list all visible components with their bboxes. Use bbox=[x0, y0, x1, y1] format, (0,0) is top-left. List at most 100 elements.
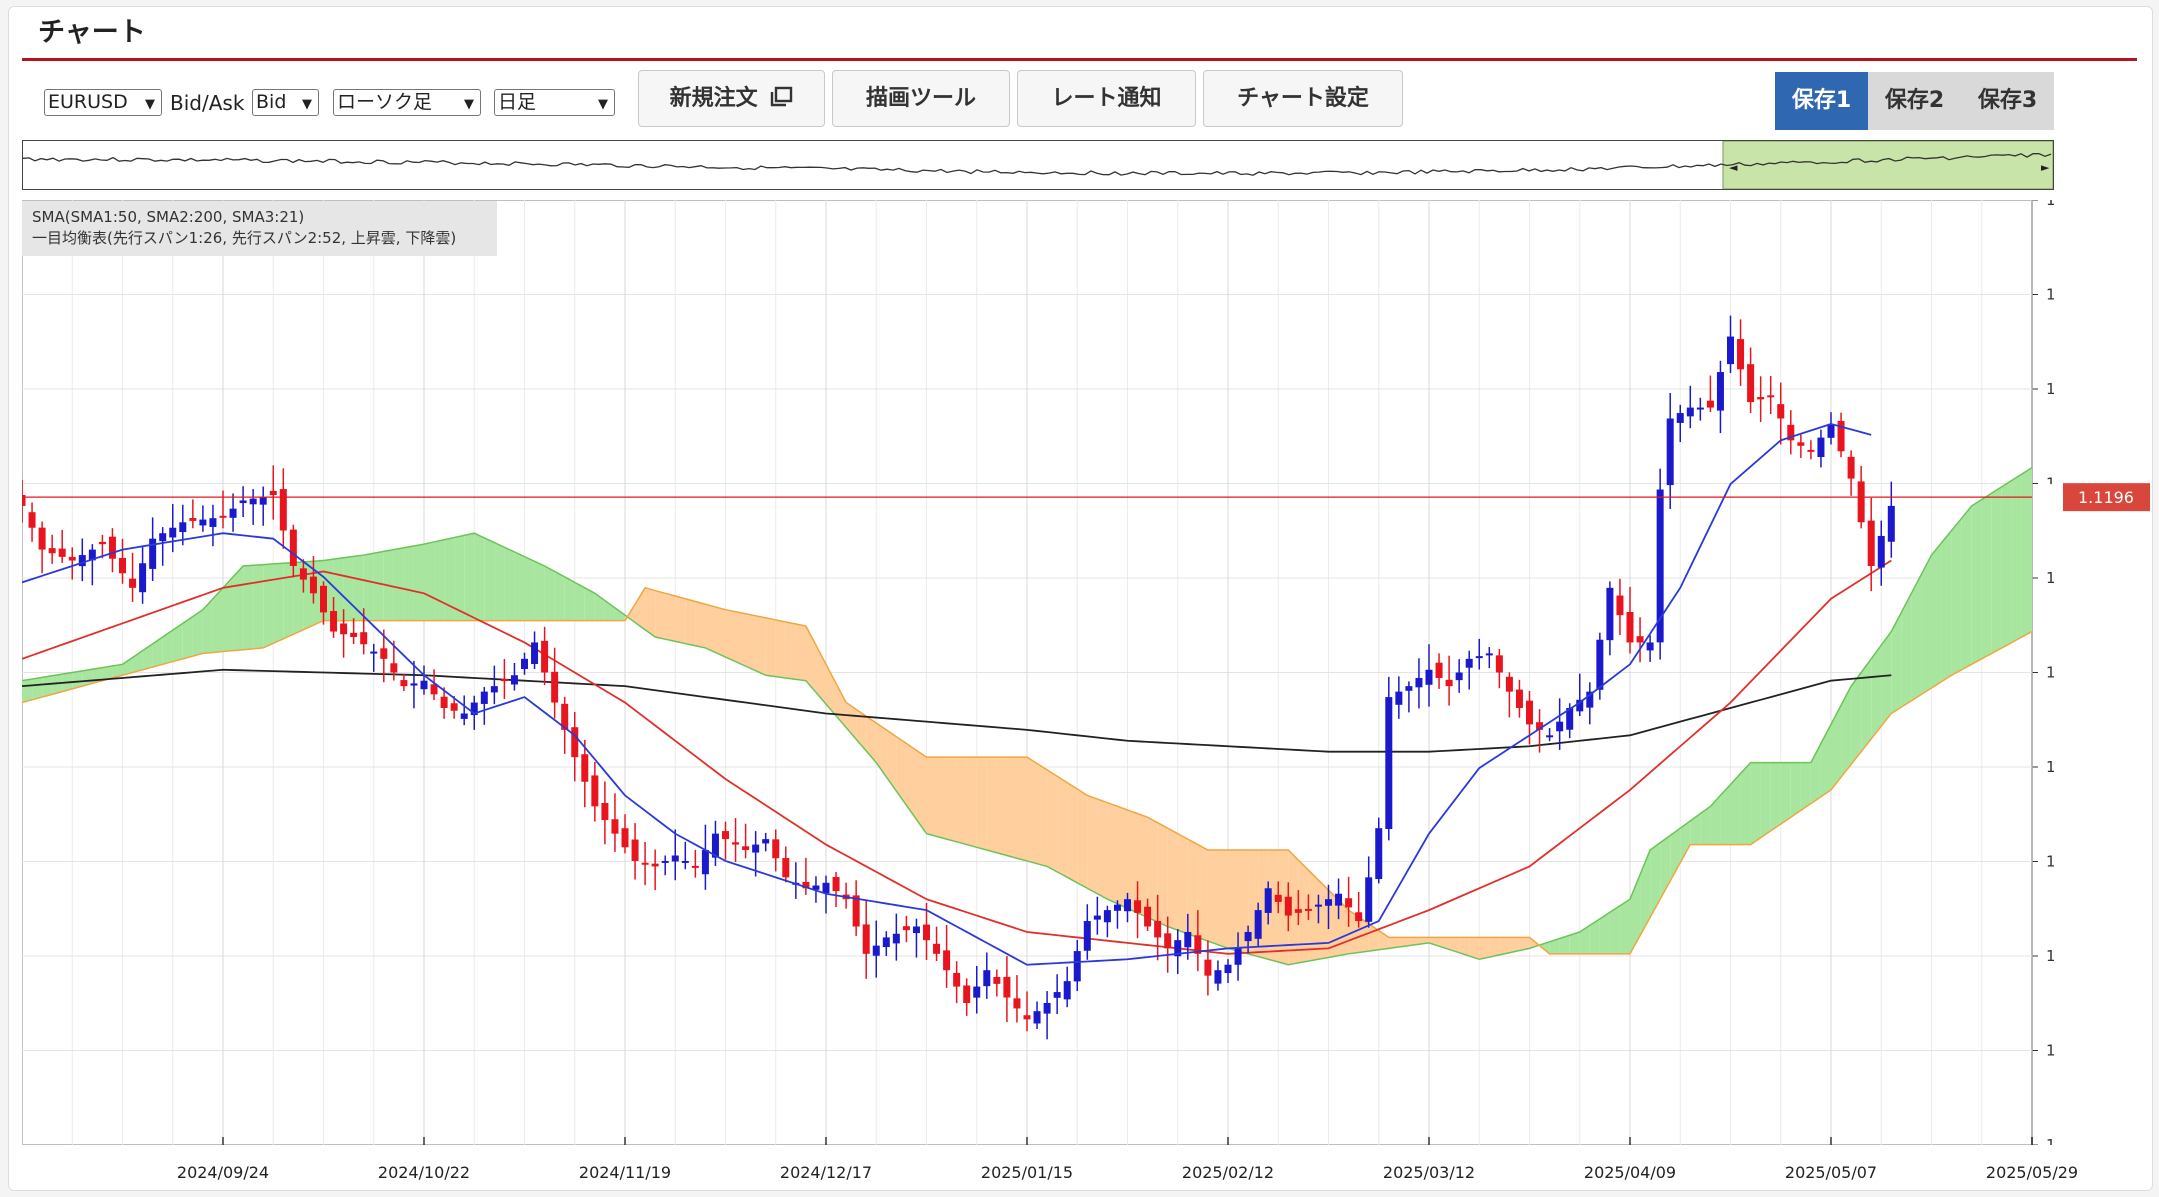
candle-body bbox=[1314, 904, 1322, 907]
save2-button[interactable]: 保存2 bbox=[1868, 72, 1961, 130]
cloud-up-segment bbox=[233, 565, 244, 651]
candle-body bbox=[440, 696, 448, 709]
price-side-select[interactable]: Bid ▼ bbox=[252, 89, 319, 116]
cloud-down-segment bbox=[785, 621, 796, 680]
chart-settings-button[interactable]: チャート設定 bbox=[1203, 70, 1403, 127]
cloud-up-segment bbox=[2021, 467, 2032, 637]
symbol-select[interactable]: EURUSD ▼ bbox=[44, 89, 162, 116]
candle-body bbox=[1003, 976, 1011, 998]
candle-body bbox=[380, 648, 388, 659]
candle-body bbox=[1495, 655, 1503, 673]
candle-body bbox=[410, 683, 418, 686]
cloud-up-segment bbox=[243, 565, 254, 650]
y-tick-label: 1.1394 bbox=[2046, 380, 2054, 398]
save3-button[interactable]: 保存3 bbox=[1961, 72, 2054, 130]
chart-navigator[interactable]: ◄ ► bbox=[22, 140, 2054, 190]
candle-body bbox=[1345, 898, 1353, 908]
candle-body bbox=[340, 623, 348, 635]
timeframe-select[interactable]: 日足 ▼ bbox=[494, 89, 615, 116]
candle-body bbox=[1485, 653, 1493, 656]
cloud-up-segment bbox=[1609, 905, 1620, 954]
candle-body bbox=[641, 862, 649, 865]
candle-body bbox=[701, 850, 709, 875]
candle-body bbox=[1365, 877, 1373, 922]
candle-body bbox=[1214, 970, 1222, 984]
cloud-down-segment bbox=[755, 615, 766, 676]
candle-body bbox=[390, 663, 398, 673]
rate-alert-button[interactable]: レート通知 bbox=[1017, 70, 1196, 127]
cloud-up-segment bbox=[343, 556, 354, 621]
candle-body bbox=[68, 556, 76, 561]
cloud-up-segment bbox=[1911, 574, 1922, 701]
candle-body bbox=[269, 490, 277, 495]
bidask-label: Bid/Ask bbox=[170, 91, 245, 115]
chevron-down-icon: ▼ bbox=[302, 97, 312, 112]
new-order-label: 新規注文 bbox=[669, 86, 758, 111]
candle-body bbox=[521, 658, 528, 669]
candle-body bbox=[1134, 900, 1142, 913]
navigator-handle[interactable]: ◄ bbox=[1729, 161, 1738, 174]
candle-body bbox=[1144, 906, 1152, 927]
y-tick-label: 1.1048 bbox=[2046, 569, 2054, 587]
candle-body bbox=[1505, 676, 1513, 692]
candle-body bbox=[58, 548, 66, 557]
candle-body bbox=[722, 831, 729, 840]
y-tick-label: 1.0183 bbox=[2046, 1042, 2054, 1060]
drawing-tools-button[interactable]: 描画ツール bbox=[832, 70, 1010, 127]
candle-body bbox=[510, 675, 518, 685]
cloud-up-segment bbox=[574, 582, 585, 621]
candle-body bbox=[1877, 535, 1885, 568]
candle-body bbox=[1636, 636, 1644, 643]
indicator-legend: SMA(SMA1:50, SMA2:200, SMA3:21) 一目均衡表(先行… bbox=[22, 201, 497, 256]
candle-body bbox=[832, 877, 840, 891]
cloud-down-segment bbox=[1167, 828, 1178, 931]
candle-body bbox=[1154, 920, 1162, 938]
price-chart: 1.0010 1.0183 1.0356 1.0529 1.0702 1.0875 1.10… bbox=[18, 191, 2099, 1154]
y-tick-label: 1.0010 bbox=[2046, 1136, 2054, 1145]
candle-body bbox=[611, 819, 619, 834]
cloud-up-segment bbox=[413, 544, 424, 621]
cloud-down-segment bbox=[715, 606, 726, 658]
cloud-up-segment bbox=[1921, 555, 1932, 695]
candle-body bbox=[1727, 336, 1734, 365]
navigator-range-window[interactable] bbox=[1722, 140, 2054, 190]
candle-body bbox=[1606, 587, 1614, 641]
price-side-value: Bid bbox=[256, 91, 287, 113]
cloud-down-segment bbox=[685, 598, 696, 646]
chart-type-select[interactable]: ローソク足 ▼ bbox=[333, 89, 481, 116]
y-tick-label: 1.0356 bbox=[2046, 947, 2054, 965]
save1-button[interactable]: 保存1 bbox=[1775, 72, 1868, 130]
chart-area[interactable]: 1.0010 1.0183 1.0356 1.0529 1.0702 1.0875 1.10… bbox=[18, 191, 2099, 1154]
candle-body bbox=[330, 611, 338, 632]
navigator-svg: ◄ ► bbox=[22, 140, 2054, 190]
candle-body bbox=[450, 703, 458, 711]
candle-body bbox=[993, 976, 1001, 984]
cloud-up-segment bbox=[1800, 762, 1811, 811]
y-tick-label: 1.0875 bbox=[2046, 664, 2054, 682]
candle-body bbox=[139, 563, 147, 593]
new-order-button[interactable]: 新規注文 bbox=[638, 70, 825, 127]
y-tick-label: 1.0702 bbox=[2046, 758, 2054, 776]
cloud-up-segment bbox=[424, 541, 435, 621]
new-window-icon bbox=[771, 86, 793, 107]
cloud-down-segment bbox=[1207, 850, 1218, 945]
chevron-down-icon: ▼ bbox=[598, 97, 608, 112]
candle-body bbox=[1716, 372, 1724, 411]
candle-body bbox=[169, 527, 177, 538]
candle-body bbox=[279, 489, 287, 531]
cloud-up-segment bbox=[2001, 480, 2012, 648]
price-tag-backing bbox=[2034, 484, 2054, 511]
navigator-handle[interactable]: ► bbox=[2041, 161, 2050, 174]
candle-body bbox=[822, 882, 830, 894]
cloud-up-segment bbox=[1981, 493, 1992, 659]
cloud-up-segment bbox=[1790, 762, 1801, 818]
candle-body bbox=[742, 846, 750, 851]
cloud-down-segment bbox=[735, 611, 746, 667]
candle-body bbox=[1546, 735, 1554, 738]
candle-body bbox=[1515, 689, 1523, 709]
candle-body bbox=[1164, 933, 1172, 949]
cloud-down-segment bbox=[745, 613, 756, 671]
candle-body bbox=[983, 970, 991, 987]
cloud-up-segment bbox=[1941, 530, 1952, 682]
cloud-up-segment bbox=[373, 551, 384, 621]
